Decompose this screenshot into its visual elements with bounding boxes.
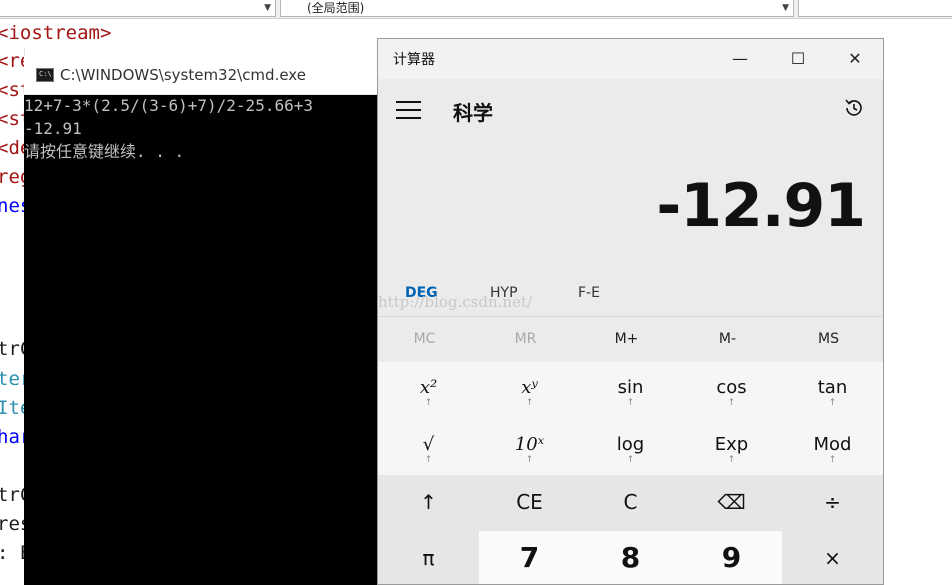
chevron-down-icon: ▼ <box>782 3 789 13</box>
cmd-line-result: -12.91 <box>24 119 82 138</box>
scientific-functions: x² ↑ xʸ ↑ sin ↑ cos ↑ tan ↑ √ ↑ 10ˣ ↑ log ↑ Exp ↑ Mod ↑ <box>378 362 883 477</box>
minimize-button[interactable]: — <box>718 45 762 73</box>
cos-button[interactable]: cos ↑ <box>681 377 782 433</box>
menu-icon[interactable] <box>396 101 421 119</box>
memory-row: MCMRM+M-MSMˇ <box>378 316 883 363</box>
code-line: <iostream> <box>0 22 112 44</box>
key-label: xʸ <box>521 377 538 398</box>
shift-indicator: ↑ <box>424 398 433 408</box>
key-label: cos <box>716 377 747 398</box>
close-button[interactable]: ✕ <box>833 45 877 73</box>
power-button[interactable]: xʸ ↑ <box>479 377 580 433</box>
m-list-button[interactable]: Mˇ <box>879 317 883 362</box>
calculator-titlebar[interactable]: 计算器 — ☐ ✕ <box>378 39 883 79</box>
mc-button[interactable]: MC <box>378 317 475 362</box>
calculator-title: 计算器 <box>393 52 435 68</box>
key-label: √ <box>422 434 435 455</box>
cmd-window[interactable]: C:\WINDOWS\system32\cmd.exe 12+7-3*(2.5/… <box>24 56 384 585</box>
key-label: 10ˣ <box>514 434 545 455</box>
global-scope-dropdown[interactable]: (全局范围) ▼ <box>280 0 794 17</box>
chevron-down-icon: ▼ <box>264 3 271 13</box>
mr-button[interactable]: MR <box>475 317 576 362</box>
key-label: Exp <box>714 434 749 455</box>
m-minus-button[interactable]: M- <box>677 317 778 362</box>
cmd-output: 12+7-3*(2.5/(3-6)+7)/2-25.66+3 -12.91 请按… <box>24 94 313 163</box>
maximize-button[interactable]: ☐ <box>776 45 820 73</box>
m-plus-button[interactable]: M+ <box>576 317 677 362</box>
digit-9-key[interactable]: 9 <box>681 531 782 584</box>
sin-button[interactable]: sin ↑ <box>580 377 681 433</box>
shift-indicator: ↑ <box>626 455 635 465</box>
tan-button[interactable]: tan ↑ <box>782 377 883 433</box>
shift-indicator: ↑ <box>626 398 635 408</box>
cmd-titlebar[interactable]: C:\WINDOWS\system32\cmd.exe <box>24 56 384 95</box>
shift-indicator: ↑ <box>727 398 736 408</box>
digit-8-key[interactable]: 8 <box>580 531 681 584</box>
watermark-text: http://blog.csdn.net/ <box>378 293 533 311</box>
clear-entry-button[interactable]: CE <box>479 475 580 529</box>
cmd-line-expression: 12+7-3*(2.5/(3-6)+7)/2-25.66+3 <box>24 96 313 115</box>
cmd-window-title: C:\WINDOWS\system32\cmd.exe <box>60 66 306 84</box>
operator-keypad: ↑ CE C ⌫ ÷ π 7 8 9 × <box>378 475 883 584</box>
key-label: tan <box>817 377 848 398</box>
calculator-mode-title: 科学 <box>453 101 493 125</box>
square-button[interactable]: x² ↑ <box>378 377 479 433</box>
calculator-window[interactable]: 计算器 — ☐ ✕ 科学 -12.91 DEG HYP F-E http://b… <box>377 38 884 585</box>
shift-indicator: ↑ <box>424 455 433 465</box>
shift-indicator: ↑ <box>525 398 534 408</box>
shift-button[interactable]: ↑ <box>378 475 479 529</box>
key-label: sin <box>617 377 644 398</box>
clear-button[interactable]: C <box>580 475 681 529</box>
ms-button[interactable]: MS <box>778 317 879 362</box>
shift-indicator: ↑ <box>828 455 837 465</box>
file-scope-dropdown[interactable]: ▼ <box>0 0 276 17</box>
fe-toggle-button[interactable]: F-E <box>578 285 600 301</box>
key-label: x² <box>419 377 438 398</box>
member-dropdown[interactable] <box>798 0 952 17</box>
backspace-button[interactable]: ⌫ <box>681 475 782 529</box>
divide-button[interactable]: ÷ <box>782 475 883 529</box>
global-scope-value: (全局范围) <box>307 1 365 15</box>
result-display: -12.91 <box>656 171 866 241</box>
shift-indicator: ↑ <box>828 398 837 408</box>
ide-toolbar: ▼ (全局范围) ▼ <box>0 0 952 19</box>
history-icon[interactable] <box>843 97 865 119</box>
cmd-line-prompt: 请按任意键继续. . . <box>24 142 185 161</box>
digit-7-key[interactable]: 7 <box>479 531 580 584</box>
cmd-console-icon <box>36 68 54 82</box>
multiply-button[interactable]: × <box>782 531 883 584</box>
shift-indicator: ↑ <box>525 455 534 465</box>
key-label: Mod <box>813 434 852 455</box>
key-label: log <box>616 434 645 455</box>
shift-indicator: ↑ <box>727 455 736 465</box>
pi-button[interactable]: π <box>378 531 479 584</box>
